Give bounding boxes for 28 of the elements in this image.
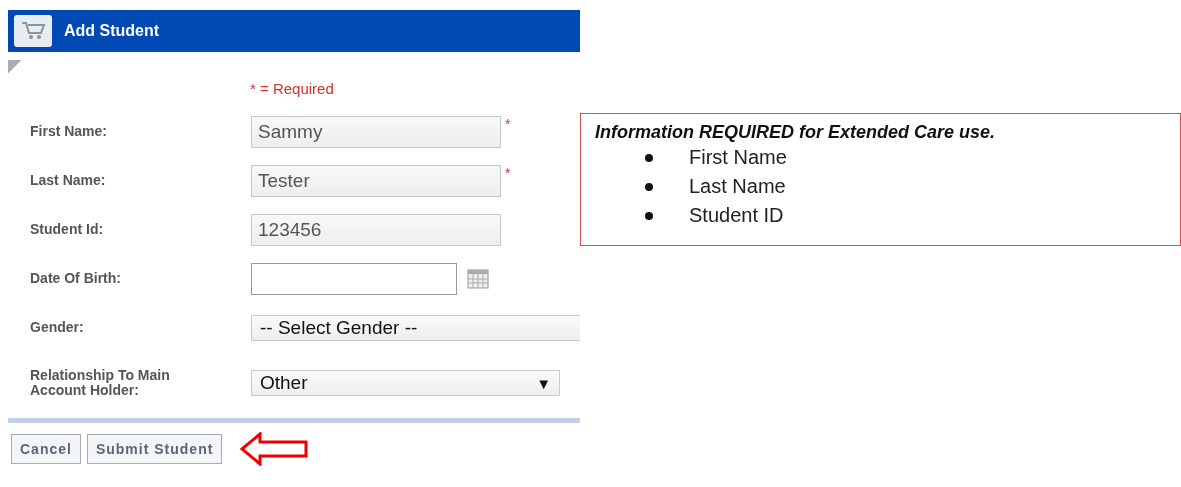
dropdown[interactable]: Other ▼: [251, 370, 560, 396]
left-arrow-icon: [240, 432, 311, 466]
calendar-icon[interactable]: [467, 268, 489, 289]
field-label: Gender:: [29, 320, 85, 335]
cart-icon: [14, 15, 52, 47]
text-field[interactable]: Tester: [251, 164, 501, 197]
list-item: Last Name: [689, 175, 786, 198]
required-note: * = Required: [250, 80, 335, 97]
submit-button[interactable]: Submit Student: [86, 434, 223, 464]
callout-title: Information REQUIRED for Extended Care use.: [595, 122, 997, 143]
dropdown[interactable]: -- Select Gender --: [251, 314, 580, 341]
required-mark: *: [505, 164, 511, 181]
field-label: Date Of Birth:: [29, 271, 122, 286]
cancel-button[interactable]: Cancel: [11, 434, 81, 464]
list-item: Student ID: [689, 204, 784, 227]
date-field[interactable]: [251, 262, 457, 295]
field-label: Relationship To Main Account Holder:: [29, 368, 171, 398]
panel-title: Add Student: [64, 22, 160, 40]
field-label: Last Name:: [29, 173, 107, 188]
required-mark: *: [505, 115, 511, 132]
bullet-icon: [645, 211, 653, 220]
list-item: First Name: [689, 146, 787, 169]
bullet-icon: [645, 153, 653, 162]
field-label: First Name:: [29, 124, 109, 139]
field-label: Student Id:: [29, 222, 105, 237]
text-field[interactable]: Sammy: [251, 115, 501, 148]
bullet-icon: [645, 182, 653, 191]
text-field[interactable]: 123456: [251, 213, 501, 246]
